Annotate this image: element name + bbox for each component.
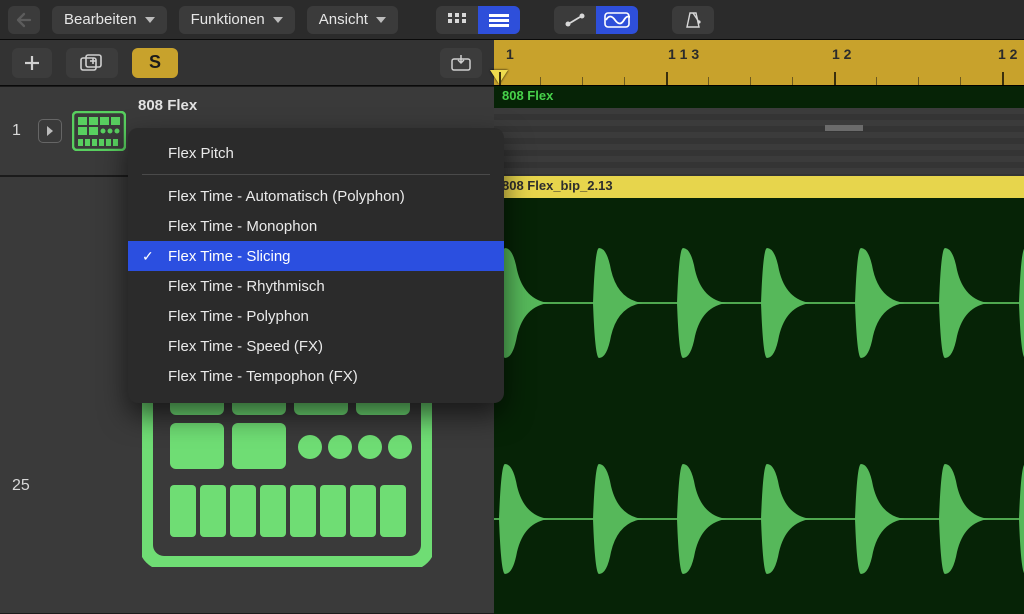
grid-view-button[interactable] bbox=[436, 6, 478, 34]
view-mode-group bbox=[436, 6, 520, 34]
menu-item-flex-poly[interactable]: Flex Time - Polyphon bbox=[128, 301, 504, 331]
menu-edit-label: Bearbeiten bbox=[64, 11, 137, 28]
arrangement-area[interactable]: 808 Flex 808 Flex_bip_2.13 bbox=[494, 86, 1024, 614]
menu-separator bbox=[142, 174, 490, 175]
tool-mode-group bbox=[554, 6, 638, 34]
waveform-area bbox=[494, 198, 1024, 614]
track-number: 1 bbox=[12, 122, 21, 140]
menu-view[interactable]: Ansicht bbox=[307, 6, 398, 34]
menu-item-label: Flex Time - Slicing bbox=[168, 248, 291, 265]
menu-item-flex-mono[interactable]: Flex Time - Monophon bbox=[128, 211, 504, 241]
app-menubar: Bearbeiten Funktionen Ansicht bbox=[0, 0, 1024, 40]
automation-tool-button[interactable] bbox=[554, 6, 596, 34]
duplicate-track-button[interactable] bbox=[66, 48, 118, 78]
back-button[interactable] bbox=[8, 6, 40, 34]
region-name: 808 Flex bbox=[502, 88, 553, 103]
solo-button[interactable]: S bbox=[132, 48, 178, 78]
ruler-label: 1 2 bbox=[998, 46, 1017, 62]
menu-item-label: Flex Time - Monophon bbox=[168, 218, 317, 235]
menu-view-label: Ansicht bbox=[319, 11, 368, 28]
menu-item-flex-slicing[interactable]: Flex Time - Slicing bbox=[128, 241, 504, 271]
region-header: 808 Flex_bip_2.13 bbox=[494, 176, 1024, 198]
metronome-button[interactable] bbox=[672, 6, 714, 34]
menu-item-label: Flex Time - Rhythmisch bbox=[168, 278, 325, 295]
menu-item-label: Flex Time - Polyphon bbox=[168, 308, 309, 325]
disclosure-button[interactable] bbox=[38, 119, 62, 143]
menu-item-label: Flex Time - Automatisch (Polyphon) bbox=[168, 188, 405, 205]
chevron-down-icon bbox=[145, 17, 155, 23]
add-track-button[interactable] bbox=[12, 48, 52, 78]
menu-item-flex-speed[interactable]: Flex Time - Speed (FX) bbox=[128, 331, 504, 361]
chevron-down-icon bbox=[273, 17, 283, 23]
flex-tool-button[interactable] bbox=[596, 6, 638, 34]
ruler-label: 1 bbox=[506, 46, 514, 62]
menu-functions-label: Funktionen bbox=[191, 11, 265, 28]
midi-note bbox=[825, 125, 863, 131]
menu-item-label: Flex Pitch bbox=[168, 145, 234, 162]
menu-item-flex-rhythmic[interactable]: Flex Time - Rhythmisch bbox=[128, 271, 504, 301]
import-button[interactable] bbox=[440, 48, 482, 78]
menu-item-flex-tempophon[interactable]: Flex Time - Tempophon (FX) bbox=[128, 361, 504, 391]
timeline-ruler[interactable]: 1 1 1 3 1 2 1 2 bbox=[494, 40, 1024, 86]
midi-region[interactable]: 808 Flex bbox=[494, 86, 1024, 176]
track-icon bbox=[72, 111, 126, 151]
list-view-button[interactable] bbox=[478, 6, 520, 34]
menu-item-label: Flex Time - Speed (FX) bbox=[168, 338, 323, 355]
track-toolbar: S bbox=[0, 40, 494, 86]
menu-item-flex-pitch[interactable]: Flex Pitch bbox=[128, 138, 504, 168]
track-number: 25 bbox=[12, 477, 30, 495]
region-header: 808 Flex bbox=[494, 86, 1024, 108]
menu-edit[interactable]: Bearbeiten bbox=[52, 6, 167, 34]
chevron-down-icon bbox=[376, 17, 386, 23]
midi-body bbox=[494, 108, 1024, 176]
solo-label: S bbox=[149, 52, 161, 73]
ruler-label: 1 1 3 bbox=[668, 46, 699, 62]
audio-region[interactable]: 808 Flex_bip_2.13 bbox=[494, 176, 1024, 614]
menu-item-flex-auto[interactable]: Flex Time - Automatisch (Polyphon) bbox=[128, 181, 504, 211]
ruler-label: 1 2 bbox=[832, 46, 851, 62]
region-name: 808 Flex_bip_2.13 bbox=[502, 178, 613, 193]
menu-functions[interactable]: Funktionen bbox=[179, 6, 295, 34]
menu-item-label: Flex Time - Tempophon (FX) bbox=[168, 368, 358, 385]
flex-mode-menu: Flex Pitch Flex Time - Automatisch (Poly… bbox=[128, 128, 504, 403]
track-name: 808 Flex bbox=[138, 97, 197, 114]
